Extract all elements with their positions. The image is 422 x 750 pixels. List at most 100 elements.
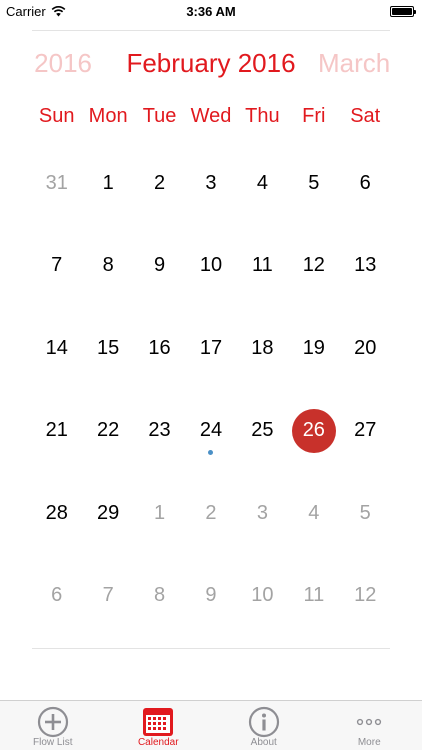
calendar-day[interactable]: 23 — [134, 389, 185, 471]
status-time: 3:36 AM — [186, 4, 236, 19]
battery-fill — [392, 8, 412, 15]
day-number: 2 — [153, 172, 166, 194]
calendar-day[interactable]: 2 — [185, 472, 236, 554]
tab-label: More — [357, 737, 381, 748]
tab-flow-list[interactable]: Flow List — [0, 701, 106, 750]
weekday-mon: Mon — [88, 105, 128, 127]
day-number: 11 — [303, 583, 325, 606]
weekday-header: Sun Mon Tue Wed Thu Fri Sat — [31, 105, 391, 133]
calendar-day-with-event[interactable]: 24 — [185, 389, 236, 471]
day-number: 19 — [302, 336, 325, 359]
week-row: 28 29 1 2 3 4 5 — [31, 472, 391, 554]
day-number: 24 — [199, 419, 223, 442]
calendar-day[interactable]: 15 — [82, 307, 133, 389]
calendar-day[interactable]: 6 — [340, 142, 391, 224]
week-row: 7 8 9 10 11 12 13 — [31, 224, 391, 306]
calendar-day[interactable]: 16 — [134, 307, 185, 389]
day-number: 6 — [51, 583, 63, 606]
calendar-day[interactable]: 31 — [31, 142, 82, 224]
calendar-day[interactable]: 2 — [134, 142, 185, 224]
calendar-day[interactable]: 7 — [31, 224, 82, 306]
calendar-day[interactable]: 4 — [237, 142, 288, 224]
calendar-day[interactable]: 22 — [82, 389, 133, 471]
calendar-day-selected[interactable]: 26 — [288, 389, 339, 471]
day-number: 3 — [205, 172, 217, 194]
week-row: 31 1 2 3 4 5 6 — [31, 142, 391, 224]
day-number: 7 — [102, 583, 114, 606]
event-dot-icon — [208, 450, 214, 456]
bottom-divider — [32, 648, 390, 649]
calendar-day[interactable]: 3 — [237, 472, 288, 554]
day-number: 13 — [354, 254, 377, 277]
day-number: 4 — [308, 501, 320, 524]
day-number: 1 — [153, 501, 166, 524]
battery-icon — [390, 6, 416, 17]
calendar-day[interactable]: 4 — [288, 472, 339, 554]
calendar-day[interactable]: 5 — [340, 472, 391, 554]
tab-label: Calendar — [137, 737, 179, 748]
calendar-day[interactable]: 29 — [82, 472, 133, 554]
calendar-day[interactable]: 7 — [82, 554, 133, 636]
weekday-wed: Wed — [190, 105, 232, 127]
plus-circle-icon — [37, 706, 69, 738]
day-number: 7 — [51, 254, 63, 277]
calendar-day[interactable]: 14 — [31, 307, 82, 389]
day-number: 8 — [102, 254, 114, 277]
calendar-day[interactable]: 17 — [185, 307, 236, 389]
day-number: 29 — [97, 501, 120, 524]
day-number: 15 — [97, 336, 120, 359]
calendar-day[interactable]: 18 — [237, 307, 288, 389]
day-number: 31 — [45, 172, 68, 194]
week-row: 14 15 16 17 18 19 20 — [31, 307, 391, 389]
calendar-day[interactable]: 20 — [340, 307, 391, 389]
weekday-fri: Fri — [302, 105, 326, 127]
day-number: 17 — [199, 336, 223, 359]
day-number: 10 — [199, 254, 223, 277]
day-number: 3 — [256, 501, 268, 524]
calendar-day[interactable]: 5 — [288, 142, 339, 224]
calendar-day[interactable]: 13 — [340, 224, 391, 306]
calendar-day[interactable]: 25 — [237, 389, 288, 471]
calendar-day[interactable]: 9 — [134, 224, 185, 306]
calendar-day[interactable]: 8 — [134, 554, 185, 636]
calendar-day[interactable]: 10 — [237, 554, 288, 636]
weekday-sat: Sat — [350, 105, 381, 127]
tab-label: About — [250, 737, 277, 748]
calendar-day[interactable]: 27 — [340, 389, 391, 471]
calendar-day[interactable]: 10 — [185, 224, 236, 306]
calendar-day[interactable]: 8 — [82, 224, 133, 306]
day-number: 26 — [302, 419, 325, 442]
day-number: 12 — [354, 583, 377, 606]
calendar-day[interactable]: 3 — [185, 142, 236, 224]
calendar-day[interactable]: 11 — [288, 554, 339, 636]
day-number: 8 — [153, 583, 166, 606]
info-circle-icon — [248, 706, 280, 738]
calendar-day[interactable]: 12 — [288, 224, 339, 306]
tab-bar: Flow List Calendar About More — [0, 700, 422, 750]
calendar-day[interactable]: 19 — [288, 307, 339, 389]
weekday-thu: Thu — [245, 105, 280, 127]
calendar-day[interactable]: 28 — [31, 472, 82, 554]
day-number: 4 — [256, 172, 268, 194]
status-bar: Carrier 3:36 AM — [0, 0, 422, 22]
weekday-sun: Sun — [38, 105, 75, 127]
calendar-day[interactable]: 1 — [134, 472, 185, 554]
day-number: 27 — [354, 419, 377, 442]
day-number: 1 — [102, 172, 114, 194]
calendar-day[interactable]: 1 — [82, 142, 133, 224]
calendar-day[interactable]: 6 — [31, 554, 82, 636]
calendar-grid: 31 1 2 3 4 5 6 7 8 9 10 11 12 13 14 15 1… — [31, 142, 391, 636]
tab-about[interactable]: About — [211, 701, 317, 750]
day-number: 9 — [153, 254, 166, 277]
week-row: 21 22 23 24 25 26 27 — [31, 389, 391, 471]
calendar-day[interactable]: 12 — [340, 554, 391, 636]
month-strip[interactable]: y 2016 February 2016 March — [32, 44, 390, 84]
tab-more[interactable]: More — [317, 701, 422, 750]
calendar-day[interactable]: 21 — [31, 389, 82, 471]
calendar-day[interactable]: 11 — [237, 224, 288, 306]
next-month[interactable]: March — [318, 48, 390, 79]
calendar-day[interactable]: 9 — [185, 554, 236, 636]
day-number: 25 — [251, 419, 274, 442]
tab-calendar[interactable]: Calendar — [106, 701, 212, 750]
day-number: 2 — [205, 501, 217, 524]
